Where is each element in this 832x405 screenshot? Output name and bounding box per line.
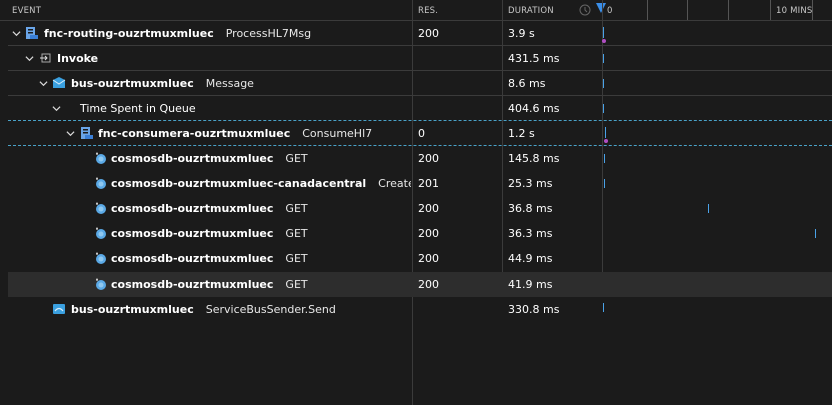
event-result: 200 bbox=[418, 278, 439, 291]
event-operation: GET bbox=[285, 152, 308, 165]
table-row[interactable]: cosmosdb-ouzrtmuxmluec GET 200 41.9 ms bbox=[8, 272, 832, 297]
event-result: 200 bbox=[418, 202, 439, 215]
event-operation: Create documen bbox=[378, 177, 411, 190]
event-duration: 145.8 ms bbox=[508, 152, 560, 165]
event-name: cosmosdb-ouzrtmuxmluec bbox=[111, 152, 274, 165]
event-name: Time Spent in Queue bbox=[80, 102, 196, 115]
timeline-start-label: 0 bbox=[607, 6, 613, 16]
timeline-bar bbox=[603, 104, 604, 113]
event-operation: ProcessHL7Msg bbox=[225, 27, 312, 40]
timeline-event-dot bbox=[604, 139, 608, 143]
function-app-icon bbox=[26, 27, 38, 39]
timeline-bar bbox=[604, 179, 605, 188]
timeline-bar bbox=[605, 127, 606, 138]
service-bus-icon bbox=[52, 77, 66, 88]
timeline-bar bbox=[815, 229, 816, 238]
chevron-down-icon[interactable] bbox=[25, 54, 34, 63]
table-row[interactable]: cosmosdb-ouzrtmuxmluec-canadacentral Crea… bbox=[0, 171, 832, 196]
timeline-bar bbox=[603, 303, 604, 312]
event-operation: ConsumeHl7 bbox=[302, 127, 373, 140]
event-name: cosmosdb-ouzrtmuxmluec bbox=[111, 202, 274, 215]
table-row[interactable]: fnc-routing-ouzrtmuxmluec ProcessHL7Msg 2… bbox=[0, 21, 832, 46]
event-name: cosmosdb-ouzrtmuxmluec bbox=[111, 278, 274, 291]
timeline-bar bbox=[603, 79, 604, 88]
table-header: EVENT RES. DURATION 0 10 MINS bbox=[0, 0, 832, 21]
cosmosdb-icon bbox=[96, 227, 106, 239]
chevron-down-icon[interactable] bbox=[66, 129, 75, 138]
timeline-bar bbox=[604, 154, 605, 163]
timeline-tick bbox=[647, 0, 648, 20]
event-duration: 25.3 ms bbox=[508, 177, 553, 190]
function-app-icon bbox=[81, 127, 93, 139]
event-duration: 330.8 ms bbox=[508, 303, 560, 316]
event-duration: 404.6 ms bbox=[508, 102, 560, 115]
event-name: cosmosdb-ouzrtmuxmluec bbox=[111, 252, 274, 265]
event-name: fnc-consumera-ouzrtmuxmluec bbox=[98, 127, 291, 140]
event-duration: 44.9 ms bbox=[508, 252, 553, 265]
timeline-history-icon[interactable] bbox=[578, 3, 592, 17]
event-name: Invoke bbox=[57, 52, 99, 65]
invoke-icon bbox=[40, 53, 51, 63]
timeline-bar bbox=[708, 204, 709, 213]
event-name: cosmosdb-ouzrtmuxmluec-canadacentral bbox=[111, 177, 367, 190]
column-header-duration[interactable]: DURATION bbox=[508, 6, 554, 16]
table-row[interactable]: fnc-consumera-ouzrtmuxmluec ConsumeHl7 0 … bbox=[0, 121, 832, 146]
event-operation: GET bbox=[285, 202, 308, 215]
chevron-down-icon[interactable] bbox=[12, 29, 21, 38]
event-name: cosmosdb-ouzrtmuxmluec bbox=[111, 227, 274, 240]
event-result: 201 bbox=[418, 177, 439, 190]
event-duration: 431.5 ms bbox=[508, 52, 560, 65]
table-row[interactable]: cosmosdb-ouzrtmuxmluec GET 200 36.8 ms bbox=[0, 196, 832, 221]
table-row[interactable]: bus-ouzrtmuxmluec ServiceBusSender.Send 3… bbox=[0, 297, 832, 322]
column-header-event[interactable]: EVENT bbox=[12, 6, 41, 16]
event-result: 200 bbox=[418, 227, 439, 240]
event-result: 0 bbox=[418, 127, 425, 140]
table-row[interactable]: bus-ouzrtmuxmluec Message 8.6 ms bbox=[0, 71, 832, 96]
timeline-tick bbox=[812, 0, 813, 20]
event-name: fnc-routing-ouzrtmuxmluec bbox=[44, 27, 214, 40]
event-operation: Message bbox=[205, 77, 254, 90]
event-duration: 36.3 ms bbox=[508, 227, 553, 240]
event-operation: GET bbox=[285, 227, 308, 240]
timeline-cursor-icon[interactable] bbox=[595, 2, 607, 14]
timeline-tick bbox=[728, 0, 729, 20]
event-duration: 36.8 ms bbox=[508, 202, 553, 215]
cosmosdb-icon bbox=[96, 177, 106, 189]
chevron-down-icon[interactable] bbox=[52, 104, 61, 113]
timeline-bar bbox=[603, 27, 604, 38]
event-operation: GET bbox=[285, 278, 308, 291]
cosmosdb-icon bbox=[96, 252, 106, 264]
column-header-res[interactable]: RES. bbox=[418, 6, 438, 16]
table-row[interactable]: Invoke 431.5 ms bbox=[0, 46, 832, 71]
timeline-event-dot bbox=[602, 39, 606, 43]
event-operation: GET bbox=[285, 252, 308, 265]
timeline-tick bbox=[770, 0, 771, 20]
service-bus-icon bbox=[53, 304, 65, 314]
timeline-bar bbox=[603, 54, 604, 63]
event-duration: 8.6 ms bbox=[508, 77, 546, 90]
table-row[interactable]: cosmosdb-ouzrtmuxmluec GET 200 145.8 ms bbox=[0, 146, 832, 171]
event-result: 200 bbox=[418, 27, 439, 40]
cosmosdb-icon bbox=[96, 278, 106, 290]
event-duration: 1.2 s bbox=[508, 127, 535, 140]
timeline-tick bbox=[687, 0, 688, 20]
event-result: 200 bbox=[418, 152, 439, 165]
chevron-down-icon[interactable] bbox=[39, 79, 48, 88]
event-duration: 41.9 ms bbox=[508, 278, 553, 291]
event-name: bus-ouzrtmuxmluec bbox=[71, 77, 194, 90]
cosmosdb-icon bbox=[96, 202, 106, 214]
table-row[interactable]: cosmosdb-ouzrtmuxmluec GET 200 36.3 ms bbox=[0, 221, 832, 246]
transaction-timeline: EVENT RES. DURATION 0 10 MINS fnc-routin… bbox=[0, 0, 832, 405]
event-result: 200 bbox=[418, 252, 439, 265]
cosmosdb-icon bbox=[96, 152, 106, 164]
table-row[interactable]: Time Spent in Queue 404.6 ms bbox=[0, 96, 832, 121]
table-row[interactable]: cosmosdb-ouzrtmuxmluec GET 200 44.9 ms bbox=[0, 246, 832, 271]
timeline-end-label: 10 MINS bbox=[776, 6, 813, 16]
event-operation: ServiceBusSender.Send bbox=[205, 303, 336, 316]
event-name: bus-ouzrtmuxmluec bbox=[71, 303, 194, 316]
event-duration: 3.9 s bbox=[508, 27, 535, 40]
